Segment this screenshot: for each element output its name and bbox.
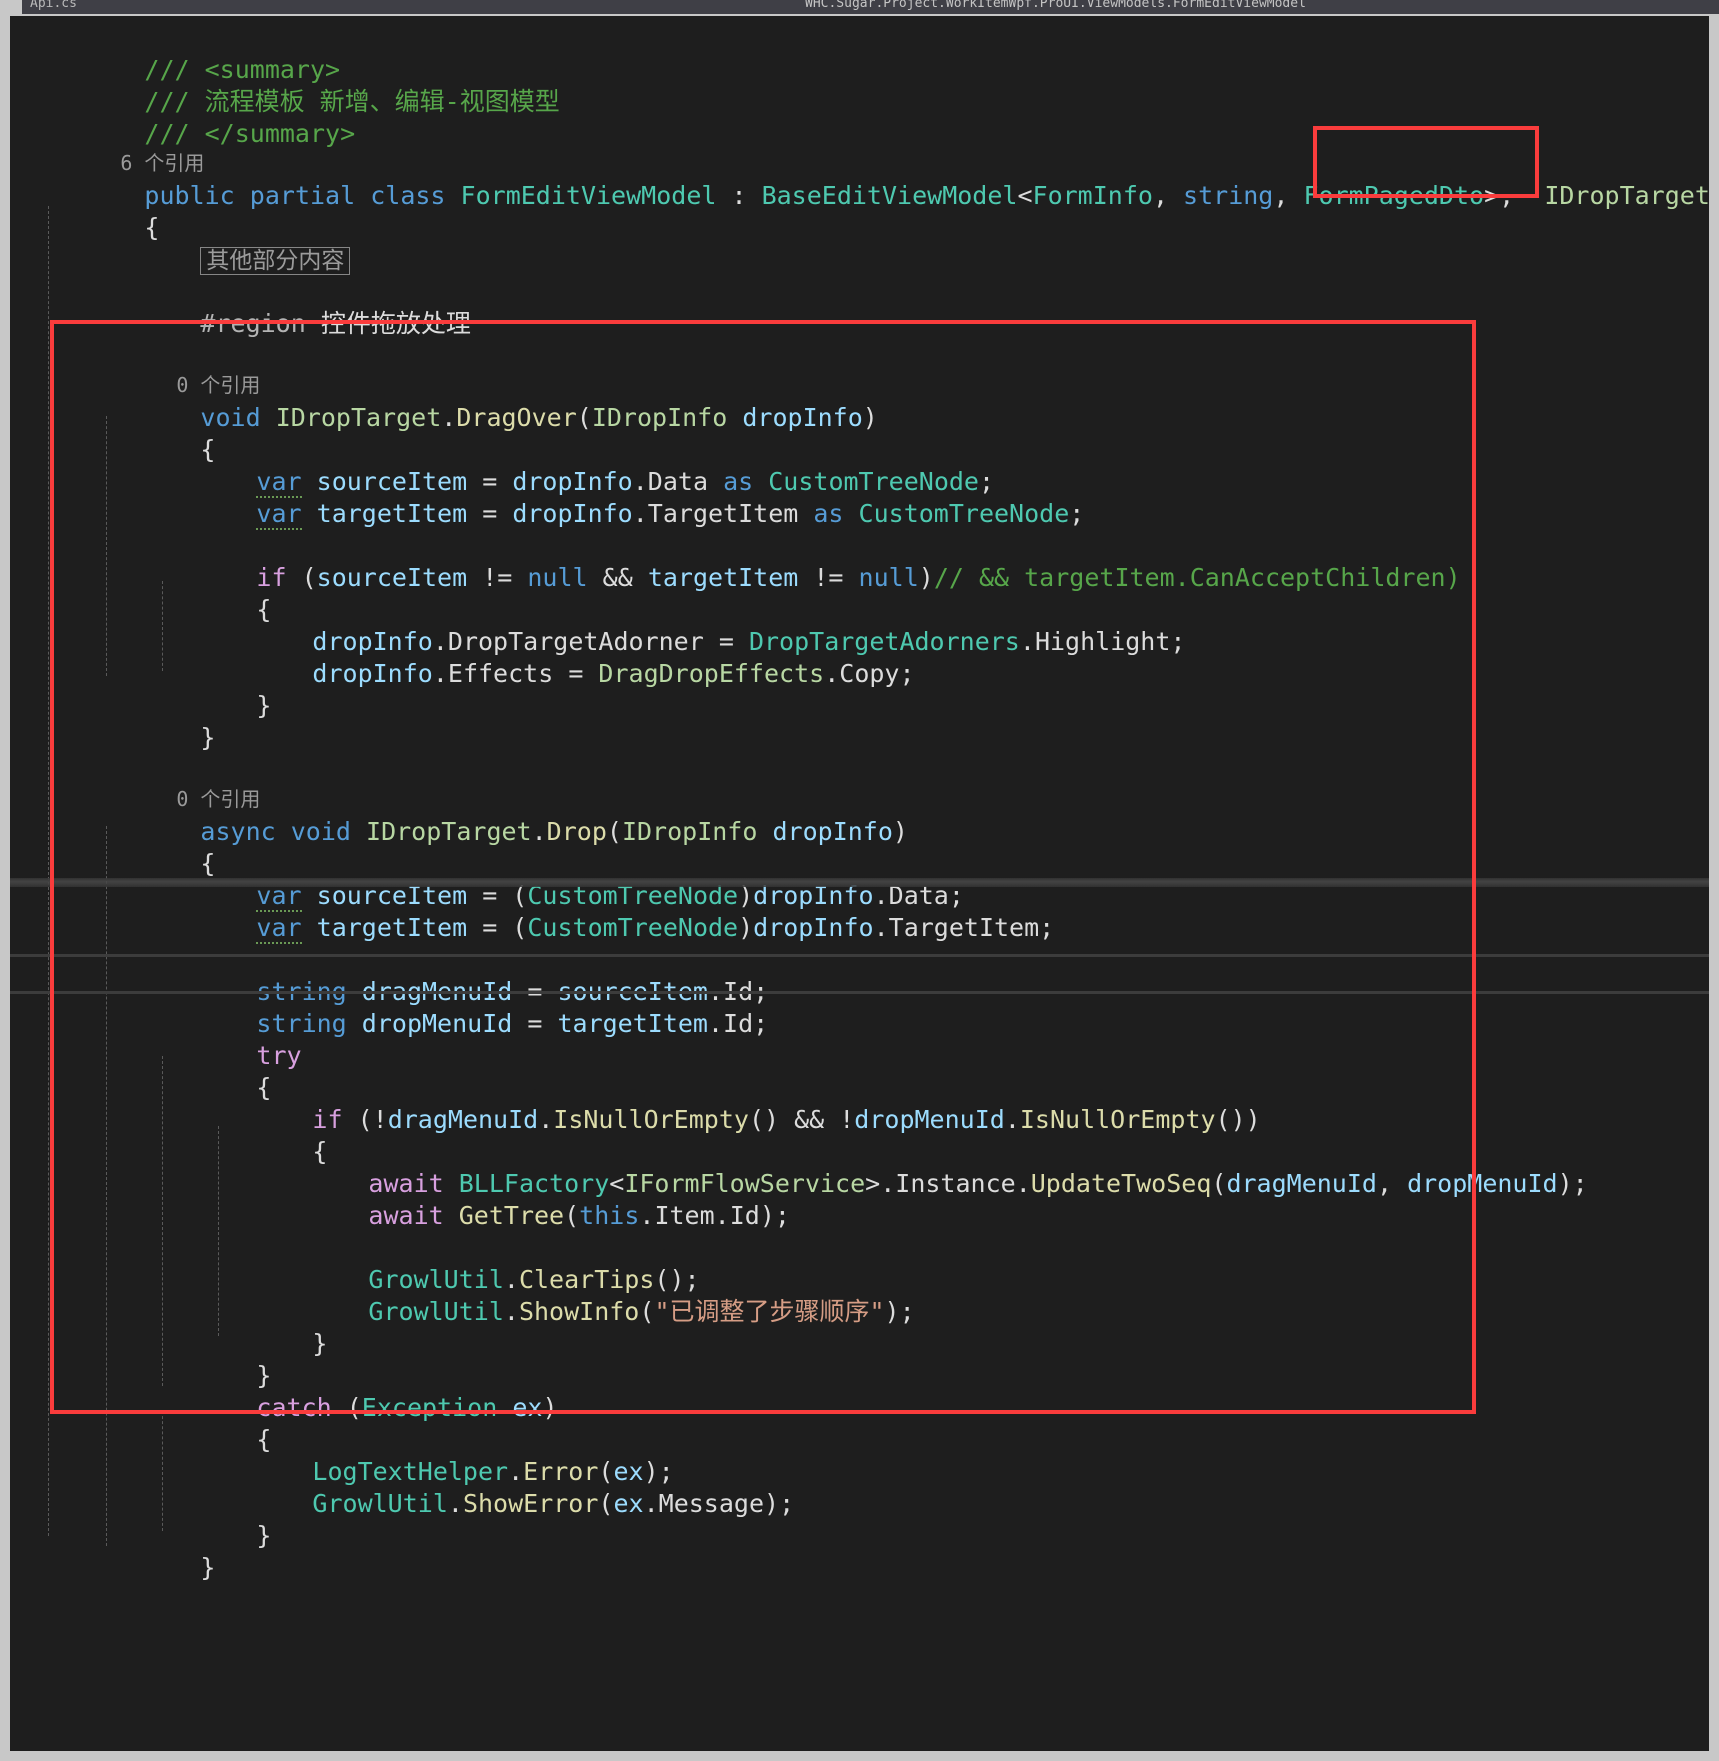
code-line: } <box>24 1296 1709 1358</box>
code-line: GrowlUtil.ShowInfo("已调整了步骤顺序"); <box>368 1297 915 1326</box>
code-line: { <box>24 1392 1709 1454</box>
code-lens-references[interactable]: 6 个引用 <box>24 118 1709 175</box>
code-line-catch: catch (Exception ex) <box>256 1393 558 1422</box>
code-line: GrowlUtil.ShowError(ex.Message); <box>312 1489 795 1518</box>
code-line: { <box>24 180 1709 242</box>
line-separator-thin <box>10 991 1709 994</box>
code-line-class-declaration: public partial class FormEditViewModel :… <box>144 181 1710 210</box>
code-editor-surface[interactable]: /// <summary> /// 流程模板 新增、编辑-视图模型 /// </… <box>0 16 1719 1761</box>
code-line-region-directive: #region 控件拖放处理 <box>24 276 1709 338</box>
code-line: } <box>24 690 1709 752</box>
editor-tab-left[interactable]: Api.cs <box>22 0 772 14</box>
code-line: } <box>24 1520 1709 1582</box>
code-line: /// </summary> <box>24 86 1709 148</box>
code-line-method-dragover: void IDropTarget.DragOver(IDropInfo drop… <box>200 403 878 432</box>
code-line: { <box>24 402 1709 464</box>
code-line: var sourceItem = dropInfo.Data as Custom… <box>256 467 995 498</box>
code-line: await BLLFactory<IFormFlowService>.Insta… <box>368 1169 1588 1198</box>
code-line: { <box>24 1104 1709 1166</box>
code-line: { <box>24 816 1709 878</box>
code-line-method-drop: async void IDropTarget.Drop(IDropInfo dr… <box>200 817 908 846</box>
code-text-area[interactable]: /// <summary> /// 流程模板 新增、编辑-视图模型 /// </… <box>24 16 1710 1582</box>
line-separator-band <box>10 878 1709 887</box>
code-line: await GetTree(this.Item.Id); <box>368 1201 790 1230</box>
code-lens-references[interactable]: 0 个引用 <box>24 340 1709 397</box>
code-lens-references[interactable]: 0 个引用 <box>24 754 1709 811</box>
code-line: dropInfo.DropTargetAdorner = DropTargetA… <box>312 627 1186 656</box>
code-line: var targetItem = dropInfo.TargetItem as … <box>256 499 1085 530</box>
code-editor-screenshot: Api.cs WHC.Sugar.Project.WorkItemWpf.Pro… <box>0 0 1719 1761</box>
code-line: LogTextHelper.Error(ex); <box>312 1457 674 1486</box>
code-line: } <box>24 1488 1709 1550</box>
code-line: var sourceItem = (CustomTreeNode)dropInf… <box>256 881 964 912</box>
code-line-if: if (sourceItem != null && targetItem != … <box>256 563 1461 592</box>
code-line: { <box>24 1040 1709 1102</box>
code-line-if: if (!dragMenuId.IsNullOrEmpty() && !drop… <box>312 1105 1261 1134</box>
code-line: { <box>24 562 1709 624</box>
code-line: } <box>24 1328 1709 1390</box>
code-line: string dragMenuId = sourceItem.Id; <box>256 977 768 1006</box>
code-line: GrowlUtil.ClearTips(); <box>368 1265 700 1294</box>
line-separator-thin <box>10 954 1709 957</box>
code-line-collapsed-region[interactable]: 其他部分内容 <box>24 212 1709 275</box>
code-line: } <box>24 658 1709 720</box>
navigation-bar-member[interactable]: WHC.Sugar.Project.WorkItemWpf.ProUI.View… <box>797 0 1719 14</box>
code-line-text: } <box>200 1553 216 1582</box>
code-line-try: try <box>24 1008 1709 1070</box>
code-line: dropInfo.Effects = DragDropEffects.Copy; <box>312 659 915 688</box>
editor-tab-row: Api.cs WHC.Sugar.Project.WorkItemWpf.Pro… <box>22 0 1719 14</box>
code-line: /// <summary> <box>24 22 1709 84</box>
code-line: /// 流程模板 新增、编辑-视图模型 <box>24 54 1709 116</box>
